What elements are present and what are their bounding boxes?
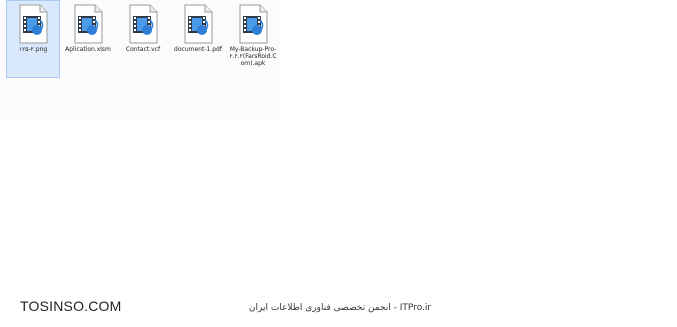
file-item[interactable]: Contact.vcf — [116, 0, 170, 78]
file-name-label: document-1.pdf — [174, 46, 222, 53]
tosinso-watermark: TOSINSO.COM — [20, 298, 122, 314]
file-name-label: My-Backup-Pro-۲.۲.۲(FarsRoid.Com).apk — [229, 46, 277, 67]
file-name-label: ۱۲۵-۲.png — [18, 46, 48, 53]
media-file-icon — [234, 4, 272, 44]
media-file-icon — [14, 4, 52, 44]
itpro-watermark: ITPro.ir - انجمن تخصصی فناوری اطلاعات ای… — [248, 303, 432, 313]
file-item[interactable]: Aplication.xlsm — [61, 0, 115, 78]
file-grid: ۱۲۵-۲.png Aplication.xlsm Contact.vcf do… — [6, 0, 281, 78]
file-name-label: Aplication.xlsm — [65, 46, 111, 53]
file-explorer-pane: ۱۲۵-۲.png Aplication.xlsm Contact.vcf do… — [0, 0, 280, 120]
file-item[interactable]: My-Backup-Pro-۲.۲.۲(FarsRoid.Com).apk — [226, 0, 280, 78]
media-file-icon — [179, 4, 217, 44]
media-file-icon — [124, 4, 162, 44]
file-name-label: Contact.vcf — [125, 46, 161, 53]
media-file-icon — [69, 4, 107, 44]
file-item[interactable]: ۱۲۵-۲.png — [6, 0, 60, 78]
file-item[interactable]: document-1.pdf — [171, 0, 225, 78]
